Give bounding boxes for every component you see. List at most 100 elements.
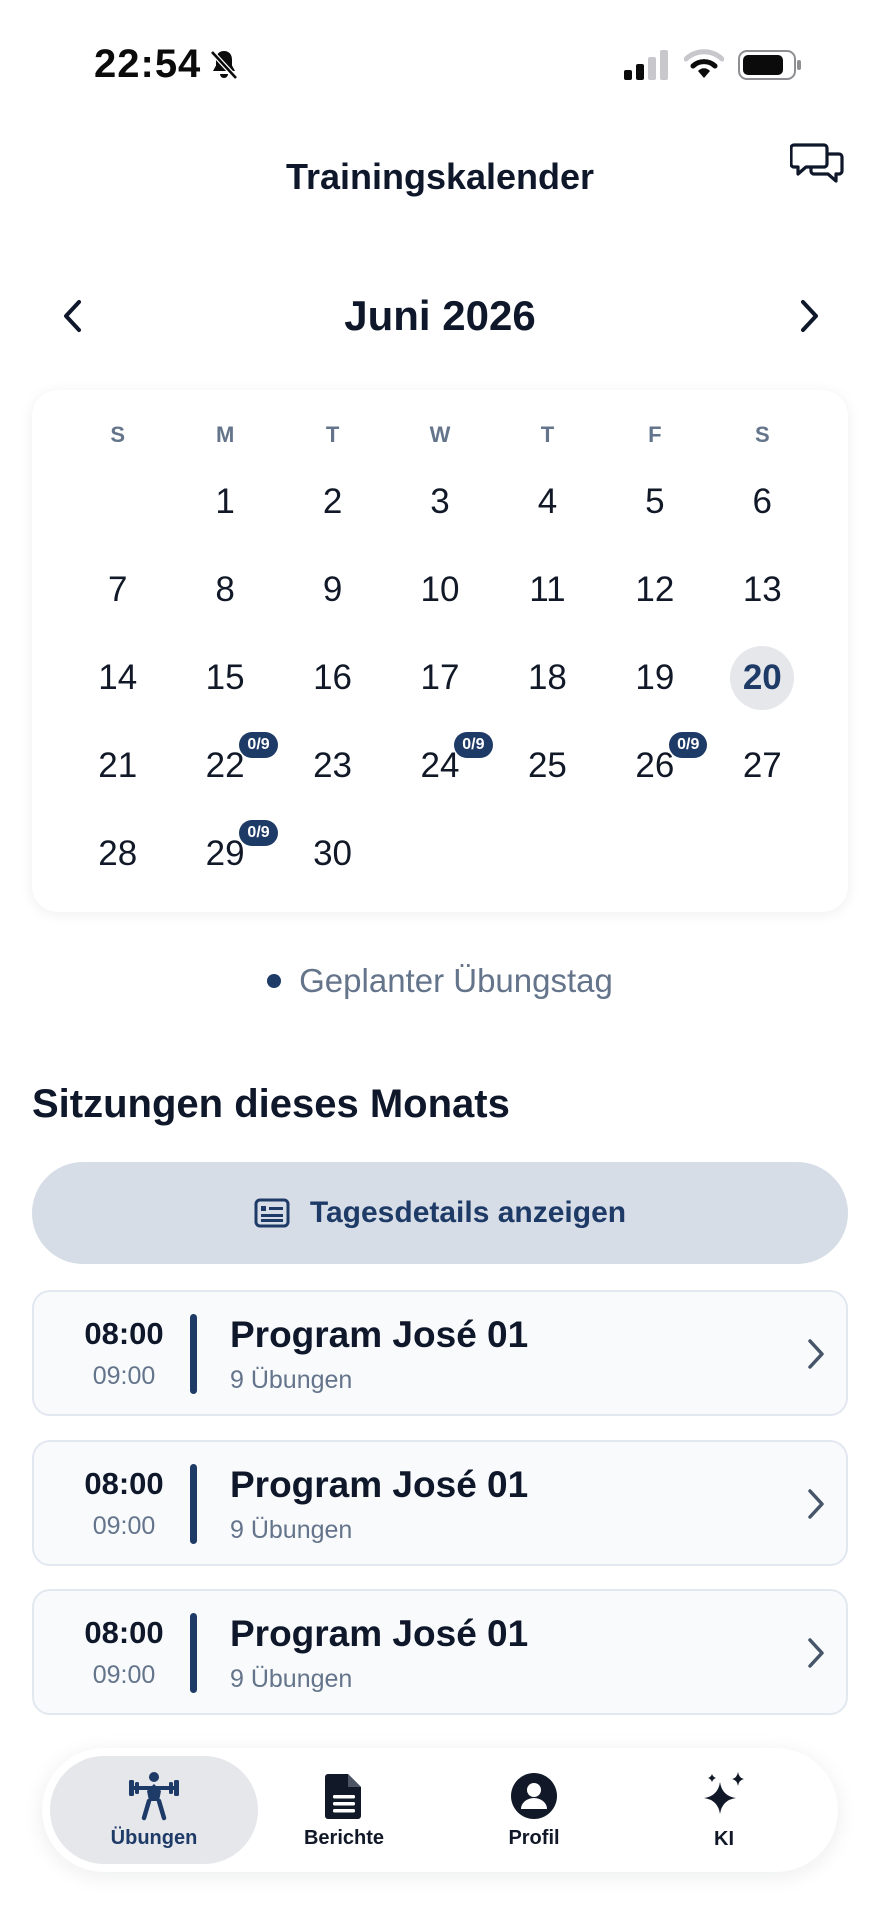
day-number: 3	[430, 482, 450, 521]
chevron-right-icon	[801, 300, 818, 332]
session-exercise-count: 9 Übungen	[230, 1516, 353, 1544]
person-icon	[511, 1772, 557, 1819]
day-number: 10	[420, 570, 460, 609]
calendar-day[interactable]: 8	[171, 546, 278, 634]
day-number: 22	[205, 746, 245, 785]
day-number: 7	[107, 570, 128, 609]
battery-icon	[738, 50, 802, 85]
calendar-day[interactable]: 26 0/9	[601, 722, 708, 810]
calendar-legend: Geplanter Übungstag	[0, 962, 880, 1000]
day-number: 21	[98, 746, 138, 785]
day-number: 12	[635, 570, 675, 609]
wifi-icon	[683, 48, 725, 85]
calendar-day[interactable]: 14	[64, 634, 171, 722]
calendar-empty-cell	[64, 458, 171, 546]
day-number: 23	[313, 746, 353, 785]
chevron-right-icon	[796, 1631, 836, 1675]
tab-label: Profil	[508, 1826, 560, 1849]
calendar-day[interactable]: 23	[279, 722, 386, 810]
calendar-day[interactable]: 18	[494, 634, 601, 722]
chat-bubbles-icon	[790, 143, 844, 183]
calendar-day[interactable]: 25	[494, 722, 601, 810]
calendar-day[interactable]: 21	[64, 722, 171, 810]
calendar-day[interactable]: 17	[386, 634, 493, 722]
session-divider	[190, 1314, 197, 1394]
session-exercise-count: 9 Übungen	[230, 1366, 353, 1394]
calendar-day-today[interactable]: 20	[709, 634, 816, 722]
page-title: Trainingskalender	[285, 156, 595, 197]
calendar-day[interactable]: 28	[64, 810, 171, 898]
calendar-day[interactable]: 13	[709, 546, 816, 634]
session-progress-badge: 0/9	[669, 732, 708, 758]
calendar-day[interactable]: 30	[279, 810, 386, 898]
month-navigation: Juni 2026	[0, 286, 880, 346]
session-card[interactable]: 08:00 09:00 Program José 01 9 Übungen	[32, 1589, 848, 1715]
session-start-time: 08:00	[84, 1316, 164, 1351]
calendar-day[interactable]: 9	[279, 546, 386, 634]
weekday-label: M	[215, 422, 235, 447]
calendar-day[interactable]: 5	[601, 458, 708, 546]
session-progress-badge: 0/9	[454, 732, 493, 758]
tab-label: KI	[714, 1827, 734, 1850]
session-progress-badge: 0/9	[239, 820, 278, 846]
tab-reports[interactable]: Berichte	[240, 1756, 448, 1864]
session-card[interactable]: 08:00 09:00 Program José 01 9 Übungen	[32, 1290, 848, 1416]
calendar-day[interactable]: 12	[601, 546, 708, 634]
next-month-button[interactable]	[790, 296, 830, 336]
session-program-name: Program José 01	[230, 1613, 529, 1654]
month-label: Juni 2026	[344, 292, 536, 339]
calendar-day[interactable]: 19	[601, 634, 708, 722]
calendar-day[interactable]: 24 0/9	[386, 722, 493, 810]
session-end-time: 09:00	[92, 1661, 156, 1689]
day-number: 9	[322, 570, 343, 609]
session-exercise-count: 9 Übungen	[230, 1665, 353, 1693]
calendar-day[interactable]: 27	[709, 722, 816, 810]
session-card[interactable]: 08:00 09:00 Program José 01 9 Übungen	[32, 1440, 848, 1566]
session-divider	[190, 1464, 197, 1544]
weekday-header: S M T W T F S	[32, 422, 848, 452]
day-number: 6	[752, 482, 773, 521]
session-program-name: Program José 01	[230, 1314, 529, 1355]
section-title: Sitzungen dieses Monats	[32, 1082, 510, 1126]
day-number: 4	[537, 482, 558, 521]
calendar-day[interactable]: 2	[279, 458, 386, 546]
calendar-day[interactable]: 1	[171, 458, 278, 546]
day-number: 1	[215, 482, 235, 521]
weekday-label: T	[540, 422, 555, 447]
session-start-time: 08:00	[84, 1615, 164, 1650]
calendar-day[interactable]: 22 0/9	[171, 722, 278, 810]
calendar-day[interactable]: 16	[279, 634, 386, 722]
chat-button[interactable]	[788, 138, 848, 188]
day-number: 11	[529, 570, 566, 609]
calendar-day[interactable]: 6	[709, 458, 816, 546]
document-icon	[325, 1773, 361, 1819]
day-number: 27	[742, 746, 782, 785]
calendar-day[interactable]: 15	[171, 634, 278, 722]
day-number: 30	[313, 834, 353, 873]
status-time: 22:54	[94, 42, 202, 86]
legend-label: Geplanter Übungstag	[299, 962, 613, 999]
calendar-day[interactable]: 3	[386, 458, 493, 546]
calendar-day[interactable]: 4	[494, 458, 601, 546]
day-number: 24	[420, 746, 460, 785]
weightlifter-icon	[129, 1771, 179, 1820]
tab-profile[interactable]: Profil	[430, 1756, 638, 1864]
calendar-days-grid: 1 2 3 4 5 6 7 8 9 10 11 12 13 14 15 16 17 18 19 20 21 22 0/9 23…	[32, 458, 848, 898]
tab-exercises[interactable]: Übungen	[50, 1756, 258, 1864]
day-number: 29	[205, 834, 245, 873]
weekday-label: S	[110, 422, 126, 447]
session-end-time: 09:00	[92, 1362, 156, 1390]
tab-ai[interactable]: KI	[620, 1756, 828, 1864]
calendar-day[interactable]: 7	[64, 546, 171, 634]
tab-label: Übungen	[110, 1826, 198, 1849]
calendar-day[interactable]: 11	[494, 546, 601, 634]
calendar-day[interactable]: 10	[386, 546, 493, 634]
chevron-right-icon	[796, 1482, 836, 1526]
calendar-day[interactable]: 29 0/9	[171, 810, 278, 898]
day-number: 26	[635, 746, 675, 785]
day-number: 14	[98, 658, 138, 697]
day-number: 8	[215, 570, 235, 609]
tab-label: Berichte	[303, 1826, 385, 1849]
session-program-name: Program José 01	[230, 1464, 529, 1505]
show-day-details-button[interactable]: Tagesdetails anzeigen	[32, 1162, 848, 1264]
